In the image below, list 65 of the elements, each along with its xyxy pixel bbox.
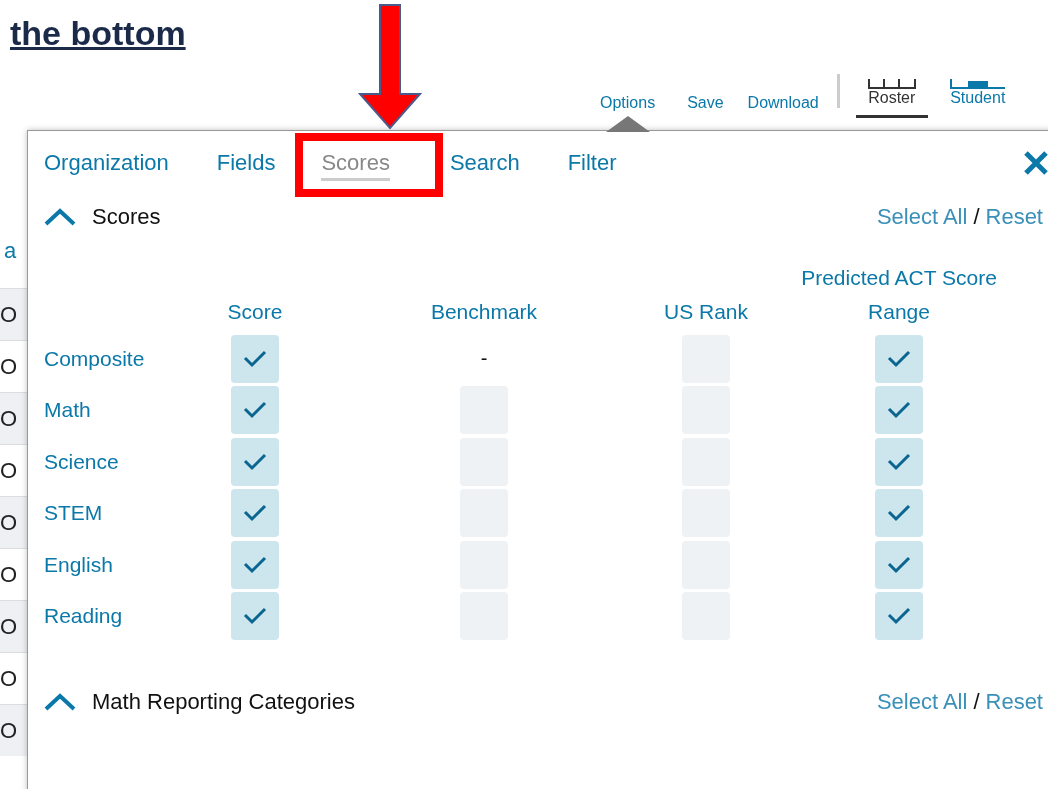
cell-text: - [480, 347, 488, 371]
check-icon [243, 452, 267, 471]
reset-link[interactable]: Reset [985, 204, 1043, 230]
toolbar-link[interactable]: Save [667, 94, 736, 130]
row-label: English [44, 552, 114, 577]
panel-tab[interactable]: Fields [216, 146, 276, 180]
table-cell: O [0, 600, 27, 652]
heading-link[interactable]: the bottom [10, 14, 186, 52]
check-icon [887, 349, 911, 368]
column-header: Benchmark [430, 299, 538, 325]
check-icon [887, 401, 911, 420]
row-label: STEM [44, 501, 104, 526]
close-icon[interactable] [1023, 150, 1048, 176]
check-icon [243, 401, 267, 420]
row-label: Science [44, 449, 120, 474]
checkbox[interactable] [231, 437, 279, 486]
check-icon [887, 607, 911, 626]
column-header: Score [227, 299, 283, 325]
checkbox[interactable] [231, 592, 279, 641]
table-cell: O [0, 704, 27, 756]
check-icon [243, 607, 267, 626]
panel-tab[interactable]: Scores [321, 145, 390, 181]
check-icon [887, 555, 911, 574]
panel-tab[interactable]: Organization [44, 146, 169, 180]
layout-icon [949, 79, 1006, 89]
column-header: a [3, 238, 18, 265]
checkbox[interactable] [875, 386, 923, 435]
table-cell: O [0, 496, 27, 548]
select-all-link[interactable]: Select All [876, 689, 968, 715]
checkbox[interactable] [875, 489, 923, 538]
table-cell: O [0, 288, 27, 340]
row-label: Reading [44, 604, 124, 629]
view-tab[interactable]: Roster [855, 79, 928, 118]
table-icon [867, 79, 916, 89]
separator: / [973, 204, 980, 230]
checkbox[interactable] [875, 437, 923, 486]
row-label: Composite [44, 346, 146, 371]
panel-tab[interactable]: Filter [567, 146, 617, 180]
row-label: Math [44, 398, 92, 423]
chevron-icon[interactable] [44, 208, 76, 226]
panel-tab[interactable]: Search [449, 146, 520, 180]
table-cell: O [0, 392, 27, 444]
check-icon [887, 504, 911, 523]
chevron-icon[interactable] [44, 693, 76, 711]
section-title: Scores [92, 204, 161, 230]
check-icon [243, 349, 267, 368]
checkbox[interactable] [231, 386, 279, 435]
checkbox[interactable] [875, 334, 923, 383]
down-arrow-icon [358, 4, 422, 130]
checkbox[interactable] [231, 334, 279, 383]
select-all-link[interactable]: Select All [876, 204, 968, 230]
checkbox[interactable] [231, 540, 279, 589]
column-header: US Rank [664, 299, 748, 325]
section-title: Math Reporting Categories [92, 689, 355, 715]
reset-link[interactable]: Reset [985, 689, 1043, 715]
toolbar-link[interactable]: Download [735, 94, 831, 130]
checkbox[interactable] [875, 592, 923, 641]
separator: / [973, 689, 980, 715]
check-icon [243, 555, 267, 574]
view-tab[interactable]: Student [937, 79, 1018, 118]
checkbox[interactable] [231, 489, 279, 538]
check-icon [243, 504, 267, 523]
column-header: Predicted ACT Score Range [800, 265, 998, 325]
check-icon [887, 452, 911, 471]
checkbox[interactable] [875, 540, 923, 589]
